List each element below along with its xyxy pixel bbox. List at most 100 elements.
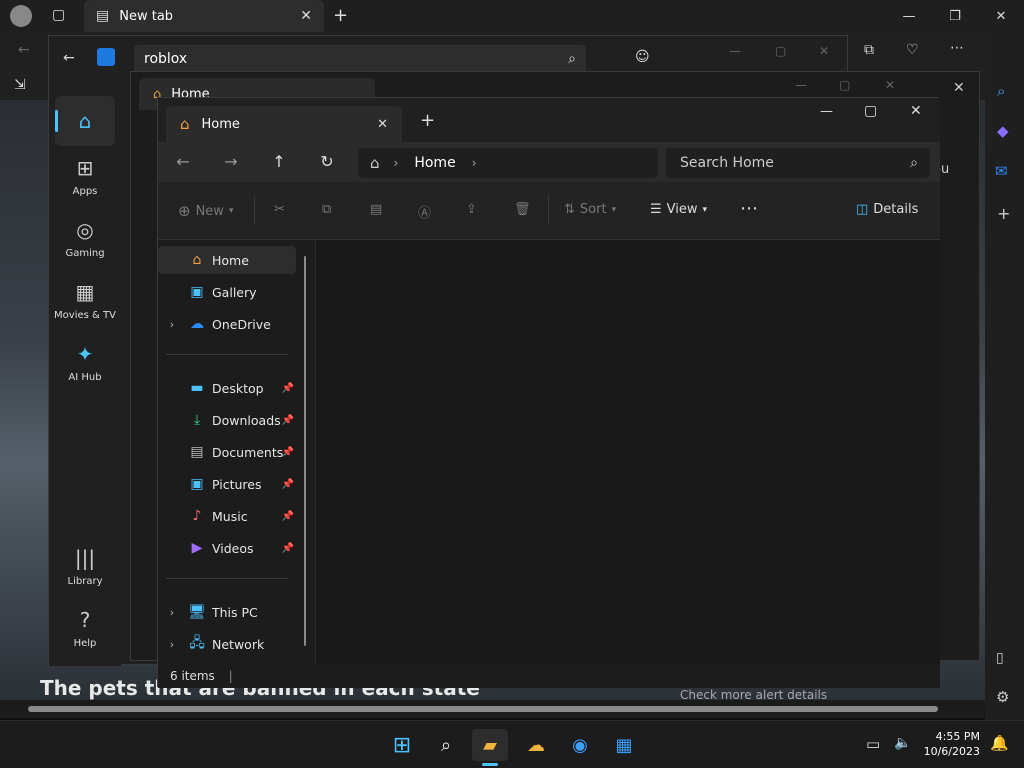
tab-actions-icon[interactable]: ▢ xyxy=(52,7,65,23)
store-icon[interactable]: ▦ xyxy=(606,729,642,761)
close-icon[interactable]: ✕ xyxy=(910,103,922,119)
explorer-back-close-icon[interactable]: ✕ xyxy=(885,78,895,92)
nav-scrollbar[interactable] xyxy=(304,256,306,646)
health-icon[interactable]: ♡ xyxy=(906,42,919,58)
nav-item-label: Gallery xyxy=(212,284,257,300)
close-tab-icon[interactable]: ✕ xyxy=(300,8,312,24)
file-explorer-icon[interactable]: ▰ xyxy=(472,729,508,761)
restore-icon[interactable]: ❐ xyxy=(932,0,978,32)
store-close-icon[interactable]: ✕ xyxy=(819,44,829,58)
nav-item-documents[interactable]: ▤ Documents 📌 xyxy=(158,438,296,466)
edge-tab-new-tab[interactable]: ▤ New tab ✕ xyxy=(84,0,324,32)
store-nav-ai-hub[interactable]: ✦ AI Hub xyxy=(49,342,121,383)
new-tab-icon[interactable]: + xyxy=(420,110,435,131)
store-nav-help[interactable]: ? Help xyxy=(49,608,121,649)
copilot-sidebar-icon[interactable]: ◆ xyxy=(997,122,1009,140)
store-back-icon[interactable]: ← xyxy=(63,50,75,66)
view-button[interactable]: ☰ View ▾ xyxy=(650,202,707,217)
nav-item-this-pc[interactable]: › 🖥 This PC xyxy=(158,598,296,626)
outlook-icon[interactable]: ✉ xyxy=(995,162,1008,180)
more-options-icon[interactable]: ⋯ xyxy=(740,198,758,219)
search-icon[interactable]: ⌕ xyxy=(568,51,576,67)
back-icon[interactable]: ← xyxy=(168,152,198,171)
refresh-icon[interactable]: ↻ xyxy=(312,152,342,171)
minimize-icon[interactable]: — xyxy=(886,0,932,32)
clock[interactable]: 4:55 PM 10/6/2023 xyxy=(922,729,980,759)
horizontal-scrollbar[interactable] xyxy=(0,700,985,718)
nav-item-music[interactable]: ♪ Music 📌 xyxy=(158,502,296,530)
cut-icon[interactable]: ✂ xyxy=(274,202,285,217)
start-icon[interactable]: ⊞ xyxy=(384,729,420,761)
dialog-close-icon[interactable]: ✕ xyxy=(953,80,965,96)
store-nav-library[interactable]: ||| Library xyxy=(49,546,121,587)
chevron-right-icon[interactable]: › xyxy=(158,606,186,619)
back-icon[interactable]: ← xyxy=(18,42,30,58)
details-button[interactable]: ◫ Details xyxy=(856,202,918,217)
store-max-icon[interactable]: ▢ xyxy=(775,44,786,58)
new-tab-plus-icon[interactable]: + xyxy=(333,5,348,26)
settings-icon[interactable]: ⚙ xyxy=(996,688,1009,706)
nav-item-home[interactable]: ⌂ Home xyxy=(158,246,296,274)
pin-icon[interactable]: 📌 xyxy=(282,543,294,554)
rename-icon[interactable]: Ⓐ xyxy=(418,202,431,221)
breadcrumb[interactable]: ⌂ › Home › xyxy=(358,148,658,178)
search-icon[interactable]: ⌕ xyxy=(428,729,464,761)
collections-icon[interactable]: ⧉ xyxy=(864,42,874,58)
pin-icon[interactable]: 📌 xyxy=(282,511,294,522)
notification-bell-icon[interactable]: 🔔 xyxy=(990,734,1009,752)
sidebar-toggle-icon[interactable]: ▯ xyxy=(996,650,1004,666)
nav-item-desktop[interactable]: ▬ Desktop 📌 xyxy=(158,374,296,402)
profile-avatar[interactable] xyxy=(10,5,32,27)
onedrive-app-icon[interactable]: ☁ xyxy=(518,729,554,761)
more-icon[interactable]: ⋯ xyxy=(950,40,964,56)
store-nav-movies[interactable]: ▦ Movies & TV xyxy=(49,280,121,321)
add-sidebar-icon[interactable]: + xyxy=(997,204,1010,223)
status-bar: 6 items | xyxy=(158,665,940,688)
chevron-right-icon[interactable]: › xyxy=(158,318,186,331)
pin-icon[interactable]: 📌 xyxy=(282,383,294,394)
close-tab-icon[interactable]: ✕ xyxy=(377,117,388,132)
copy-icon[interactable]: ⧉ xyxy=(322,202,331,217)
import-favorites-icon[interactable]: ⇲ xyxy=(14,77,26,93)
scrollbar-thumb[interactable] xyxy=(28,706,938,712)
pin-icon[interactable]: 📌 xyxy=(282,415,294,426)
close-icon[interactable]: ✕ xyxy=(978,0,1024,32)
content-area[interactable] xyxy=(315,240,940,665)
explorer-back-min-icon[interactable]: — xyxy=(795,78,807,92)
nav-item-gallery[interactable]: ▣ Gallery xyxy=(158,278,296,306)
store-min-icon[interactable]: — xyxy=(729,44,741,58)
nav-item-network[interactable]: › 🖧 Network xyxy=(158,630,296,658)
up-icon[interactable]: ↑ xyxy=(264,152,294,171)
chevron-right-icon[interactable]: › xyxy=(472,156,477,170)
minimize-icon[interactable]: — xyxy=(820,104,833,119)
breadcrumb-home[interactable]: Home xyxy=(414,155,455,171)
pin-icon[interactable]: 📌 xyxy=(282,447,294,458)
status-divider: | xyxy=(228,669,233,683)
explorer-back-max-icon[interactable]: ▢ xyxy=(839,78,850,92)
store-nav-home[interactable]: ⌂ xyxy=(49,96,121,146)
pin-icon[interactable]: 📌 xyxy=(282,479,294,490)
store-nav-gaming[interactable]: ◎ Gaming xyxy=(49,218,121,259)
edge-icon[interactable]: ◉ xyxy=(562,729,598,761)
sort-button[interactable]: ⇅ Sort ▾ xyxy=(564,202,616,217)
account-icon[interactable]: ☺ xyxy=(635,49,650,65)
new-button[interactable]: ⊕ New ▾ xyxy=(178,202,233,220)
search-icon[interactable]: ⌕ xyxy=(997,82,1005,100)
nav-item-pictures[interactable]: ▣ Pictures 📌 xyxy=(158,470,296,498)
nav-item-videos[interactable]: ▶ Videos 📌 xyxy=(158,534,296,562)
share-icon[interactable]: ⇪ xyxy=(466,202,477,217)
nav-item-downloads[interactable]: ⤓ Downloads 📌 xyxy=(158,406,296,434)
display-icon[interactable]: ▭ xyxy=(866,735,880,753)
maximize-icon[interactable]: ▢ xyxy=(864,103,877,119)
details-label: Details xyxy=(873,202,919,217)
chevron-right-icon[interactable]: › xyxy=(158,638,186,651)
forward-icon[interactable]: → xyxy=(216,152,246,171)
store-nav-apps[interactable]: ⊞ Apps xyxy=(49,156,121,197)
search-input[interactable]: Search Home ⌕ xyxy=(666,148,930,178)
nav-item-label: Documents xyxy=(212,444,284,460)
delete-icon[interactable]: 🗑 xyxy=(514,202,531,217)
paste-icon[interactable]: ▤ xyxy=(370,202,382,217)
nav-item-onedrive[interactable]: › ☁ OneDrive xyxy=(158,310,296,338)
explorer-tab-home[interactable]: ⌂ Home ✕ xyxy=(166,106,402,142)
volume-icon[interactable]: 🔈 xyxy=(894,735,911,751)
